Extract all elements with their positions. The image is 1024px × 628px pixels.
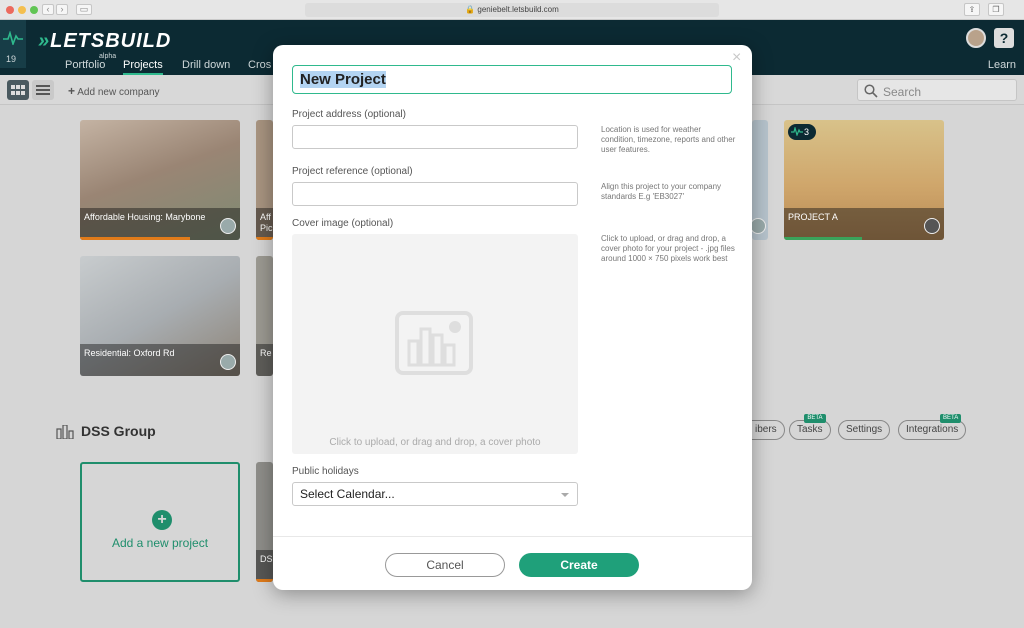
share-icon[interactable]: ⇪ bbox=[964, 3, 980, 16]
group-title: DSS Group bbox=[81, 423, 156, 439]
integrations-button[interactable]: Integrations BETA bbox=[898, 414, 967, 440]
activity-count: 3 bbox=[804, 127, 810, 137]
browser-chrome: ‹ › ▭ 🔒 geniebelt.letsbuild.com ⇪ ❐ bbox=[0, 0, 1024, 20]
close-window-button[interactable] bbox=[6, 6, 14, 14]
holidays-select[interactable]: Select Calendar... bbox=[292, 482, 578, 506]
project-card[interactable] bbox=[752, 120, 768, 240]
integrations-label: Integrations bbox=[906, 424, 959, 435]
close-icon[interactable]: × bbox=[732, 49, 741, 67]
search-placeholder: Search bbox=[883, 85, 922, 99]
plus-icon: + bbox=[68, 84, 76, 98]
add-icon: + bbox=[152, 510, 172, 530]
tasks-label: Tasks bbox=[797, 424, 823, 435]
beta-badge: BETA bbox=[804, 414, 826, 423]
project-card-label: DS bbox=[256, 550, 273, 582]
project-card-label: Affordable Housing: Marybone bbox=[80, 208, 240, 240]
minimize-window-button[interactable] bbox=[18, 6, 26, 14]
project-card[interactable]: DS bbox=[256, 462, 273, 582]
lock-icon: 🔒 bbox=[465, 5, 476, 14]
brand-logo[interactable]: »LETSBUILD bbox=[38, 30, 171, 53]
maximize-window-button[interactable] bbox=[30, 6, 38, 14]
brand-text: LETSBUILD bbox=[50, 30, 172, 52]
address-hint: Location is used for weather condition, … bbox=[601, 125, 736, 154]
cover-image-dropzone[interactable]: Click to upload, or drag and drop, a cov… bbox=[292, 234, 578, 454]
progress-bar bbox=[784, 237, 862, 240]
list-icon bbox=[36, 85, 50, 95]
progress-bar bbox=[256, 237, 273, 240]
forward-icon[interactable]: › bbox=[56, 4, 68, 15]
reference-label: Project reference (optional) bbox=[292, 166, 413, 177]
nav-portfolio[interactable]: Portfolio bbox=[65, 59, 105, 71]
nav-cross[interactable]: Cros bbox=[248, 59, 271, 71]
address-label: Project address (optional) bbox=[292, 109, 406, 120]
beta-badge: BETA bbox=[940, 414, 962, 423]
add-project-card[interactable]: + Add a new project bbox=[80, 462, 240, 582]
activity-badge: 3 bbox=[788, 124, 816, 140]
project-name-value: New Project bbox=[300, 71, 386, 88]
nav-drill-down[interactable]: Drill down bbox=[182, 59, 230, 71]
project-card-label: Re bbox=[256, 344, 273, 376]
add-project-label: Add a new project bbox=[111, 536, 209, 550]
nav-learn[interactable]: Learn bbox=[988, 59, 1016, 71]
cover-label: Cover image (optional) bbox=[292, 218, 394, 229]
chevron-down-icon bbox=[561, 493, 569, 497]
grid-icon bbox=[11, 85, 25, 95]
project-card-label: Residential: Oxford Rd bbox=[80, 344, 240, 376]
settings-button[interactable]: Settings bbox=[838, 420, 891, 440]
address-input[interactable] bbox=[292, 125, 578, 149]
project-card[interactable]: Affordable Housing: Marybone bbox=[80, 120, 240, 240]
project-card-label: Aff Pic bbox=[256, 208, 273, 240]
image-placeholder-icon bbox=[395, 311, 473, 375]
list-view-button[interactable] bbox=[32, 80, 54, 100]
tabs-icon[interactable]: ❐ bbox=[988, 3, 1004, 16]
url-text: geniebelt.letsbuild.com bbox=[477, 5, 559, 14]
project-card[interactable]: Residential: Oxford Rd bbox=[80, 256, 240, 376]
back-icon[interactable]: ‹ bbox=[42, 4, 54, 15]
sidebar-icon[interactable]: ▭ bbox=[76, 4, 92, 15]
search-icon bbox=[864, 84, 878, 98]
settings-label: Settings bbox=[846, 424, 883, 435]
member-avatar bbox=[924, 218, 940, 234]
member-avatar bbox=[220, 354, 236, 370]
reference-input[interactable] bbox=[292, 182, 578, 206]
progress-bar bbox=[80, 237, 190, 240]
reference-hint: Align this project to your company stand… bbox=[601, 182, 722, 201]
members-button[interactable]: ibers bbox=[748, 420, 785, 440]
building-icon bbox=[56, 425, 74, 439]
url-bar[interactable]: 🔒 geniebelt.letsbuild.com bbox=[305, 3, 719, 17]
progress-bar bbox=[256, 579, 273, 582]
project-name-input[interactable]: New Project bbox=[292, 65, 732, 94]
nav-projects[interactable]: Projects bbox=[123, 59, 163, 75]
add-company-button[interactable]: + Add new company bbox=[68, 84, 160, 98]
footer-divider bbox=[273, 536, 752, 537]
member-avatar bbox=[220, 218, 236, 234]
pulse-icon bbox=[3, 31, 23, 45]
search-input[interactable]: Search bbox=[857, 79, 1017, 101]
pulse-icon bbox=[791, 127, 803, 136]
add-company-label: Add new company bbox=[77, 87, 160, 98]
activity-button[interactable]: 19 bbox=[0, 20, 26, 68]
grid-view-button[interactable] bbox=[7, 80, 29, 100]
holidays-value: Select Calendar... bbox=[300, 487, 395, 501]
create-button[interactable]: Create bbox=[519, 553, 639, 577]
brand-chevron-icon: » bbox=[38, 30, 51, 52]
member-avatar bbox=[752, 218, 766, 234]
help-icon[interactable]: ? bbox=[994, 28, 1014, 48]
notification-count: 19 bbox=[6, 54, 17, 64]
new-project-dialog: × New Project Project address (optional)… bbox=[273, 45, 752, 590]
holidays-label: Public holidays bbox=[292, 466, 359, 477]
cancel-button[interactable]: Cancel bbox=[385, 553, 505, 577]
project-card[interactable]: Re bbox=[256, 256, 273, 376]
members-label: ibers bbox=[755, 424, 777, 435]
cover-placeholder: Click to upload, or drag and drop, a cov… bbox=[329, 437, 541, 448]
user-avatar[interactable] bbox=[966, 28, 986, 48]
tasks-button[interactable]: Tasks BETA bbox=[789, 414, 831, 440]
project-card[interactable]: Aff Pic bbox=[256, 120, 273, 240]
project-card[interactable]: 3 PROJECT A bbox=[784, 120, 944, 240]
project-card-label: PROJECT A bbox=[784, 208, 944, 240]
cover-hint: Click to upload, or drag and drop, a cov… bbox=[601, 234, 735, 263]
